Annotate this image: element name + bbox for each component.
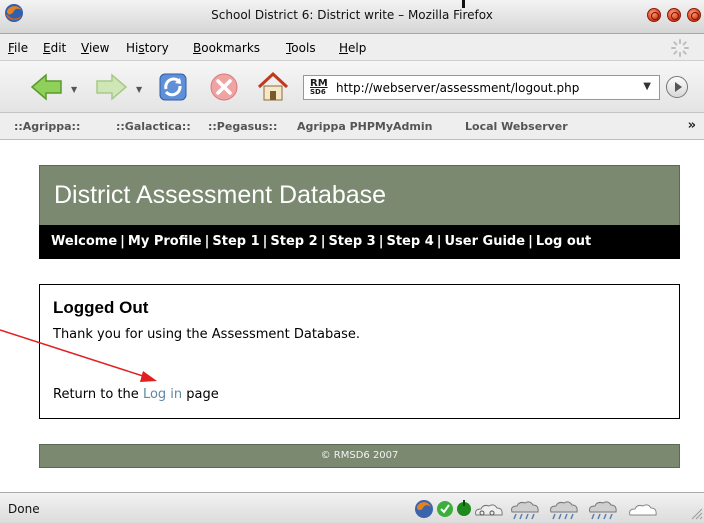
bookmarks-overflow-chevron[interactable]: » xyxy=(688,118,696,133)
bookmarks-toolbar: ::Agrippa:: ::Galactica:: ::Pegasus:: Ag… xyxy=(0,113,704,140)
menu-tools-label: ools xyxy=(291,41,316,55)
menu-bookmarks-label: ookmarks xyxy=(201,41,261,55)
return-line: Return to the Log in page xyxy=(53,387,219,402)
back-dropdown-icon[interactable]: ▼ xyxy=(71,85,77,94)
menu-file-label: ile xyxy=(14,41,29,55)
bookmark-agrippa[interactable]: ::Agrippa:: xyxy=(14,120,80,133)
logout-heading: Logged Out xyxy=(53,298,149,317)
window-titlebar: School District 6: District write – Mozi… xyxy=(0,0,704,34)
menu-bookmarks-hotkey: B xyxy=(193,41,202,55)
url-dropdown-icon[interactable]: ▼ xyxy=(643,81,651,92)
nav-user-guide[interactable]: User Guide xyxy=(445,234,526,249)
rain-cloud-icon xyxy=(550,501,578,520)
menu-help-hotkey: H xyxy=(339,41,349,55)
rain-cloud-icon xyxy=(589,501,617,520)
favicon-top-text: RM xyxy=(310,78,328,89)
cloud-icon xyxy=(475,504,503,516)
favicon-bottom-text: SD6 xyxy=(310,88,326,96)
nav-separator: | xyxy=(320,234,326,249)
menu-help-label: elp xyxy=(348,41,367,55)
forward-arrow-icon[interactable] xyxy=(92,69,130,105)
menu-history[interactable]: History xyxy=(126,41,169,55)
thank-you-message: Thank you for using the Assessment Datab… xyxy=(53,327,361,342)
nav-my-profile[interactable]: My Profile xyxy=(128,234,202,249)
login-link[interactable]: Log in xyxy=(143,387,182,402)
check-icon xyxy=(437,501,453,517)
cloud-outline-icon xyxy=(629,504,657,516)
reload-icon[interactable] xyxy=(154,69,192,105)
nav-step-4[interactable]: Step 4 xyxy=(386,234,433,249)
url-text[interactable]: http://webserver/assessment/logout.php xyxy=(336,81,579,95)
rain-cloud-icon xyxy=(511,501,539,520)
nav-welcome[interactable]: Welcome xyxy=(51,234,117,249)
menu-edit[interactable]: Edit xyxy=(43,41,66,55)
menu-help[interactable]: Help xyxy=(339,41,366,55)
forward-dropdown-icon[interactable]: ▼ xyxy=(136,85,142,94)
go-icon[interactable] xyxy=(666,76,688,98)
throbber-icon xyxy=(671,39,689,57)
nav-log-out[interactable]: Log out xyxy=(536,234,591,249)
bookmark-galactica[interactable]: ::Galactica:: xyxy=(116,120,191,133)
menu-bar: File Edit View History Bookmarks Tools H… xyxy=(0,34,704,61)
window-title: School District 6: District write – Mozi… xyxy=(211,8,493,22)
return-suffix: page xyxy=(186,387,219,402)
menu-edit-hotkey: E xyxy=(43,41,51,55)
menu-history-label: tory xyxy=(144,41,169,55)
bookmark-phpmyadmin[interactable]: Agrippa PHPMyAdmin xyxy=(297,120,432,133)
status-text: Done xyxy=(8,502,40,516)
firefox-icon xyxy=(415,500,433,518)
menu-bookmarks[interactable]: Bookmarks xyxy=(193,41,260,55)
nav-separator: | xyxy=(204,234,210,249)
green-dot-icon xyxy=(457,500,471,516)
site-favicon: RM SD6 xyxy=(310,78,330,97)
close-button[interactable] xyxy=(687,8,701,22)
nav-step-3[interactable]: Step 3 xyxy=(328,234,375,249)
nav-step-1[interactable]: Step 1 xyxy=(212,234,259,249)
menu-tools[interactable]: Tools xyxy=(286,41,316,55)
site-nav: Welcome | My Profile | Step 1 | Step 2 | Step 3 |… xyxy=(39,225,680,259)
return-prefix: Return to the xyxy=(53,387,139,402)
status-icons xyxy=(415,500,703,520)
navigation-toolbar: ▼ ▼ RM SD6 http://webserver/assessment/l… xyxy=(0,61,704,113)
home-icon[interactable] xyxy=(254,69,292,105)
stop-icon[interactable] xyxy=(205,69,243,105)
firefox-icon xyxy=(5,4,23,22)
resize-grip-icon xyxy=(691,508,703,520)
url-bar[interactable]: RM SD6 http://webserver/assessment/logou… xyxy=(303,75,660,100)
menu-file[interactable]: File xyxy=(8,41,28,55)
bookmark-local-webserver[interactable]: Local Webserver xyxy=(465,120,568,133)
page-content: District Assessment Database Welcome | My … xyxy=(0,140,704,492)
nav-separator: | xyxy=(528,234,533,249)
site-footer: © RMSD6 2007 xyxy=(39,444,680,468)
maximize-button[interactable] xyxy=(667,8,681,22)
minimize-button[interactable] xyxy=(647,8,661,22)
nav-separator: | xyxy=(436,234,442,249)
title-divider xyxy=(462,0,465,8)
site-header: District Assessment Database xyxy=(39,165,680,225)
nav-separator: | xyxy=(120,234,125,249)
status-bar: Done xyxy=(0,492,704,523)
back-arrow-icon[interactable] xyxy=(28,69,66,105)
nav-step-2[interactable]: Step 2 xyxy=(270,234,317,249)
menu-view[interactable]: View xyxy=(81,41,109,55)
nav-separator: | xyxy=(378,234,384,249)
menu-view-label: iew xyxy=(88,41,110,55)
menu-edit-label: dit xyxy=(50,41,67,55)
nav-separator: | xyxy=(262,234,268,249)
bookmark-pegasus[interactable]: ::Pegasus:: xyxy=(208,120,277,133)
menu-history-pre: Hi xyxy=(126,41,139,55)
logout-message-box: Logged Out Thank you for using the Asses… xyxy=(39,284,680,419)
menu-view-hotkey: V xyxy=(81,41,89,55)
copyright-text: © RMSD6 2007 xyxy=(320,450,399,461)
site-title: District Assessment Database xyxy=(54,181,387,209)
